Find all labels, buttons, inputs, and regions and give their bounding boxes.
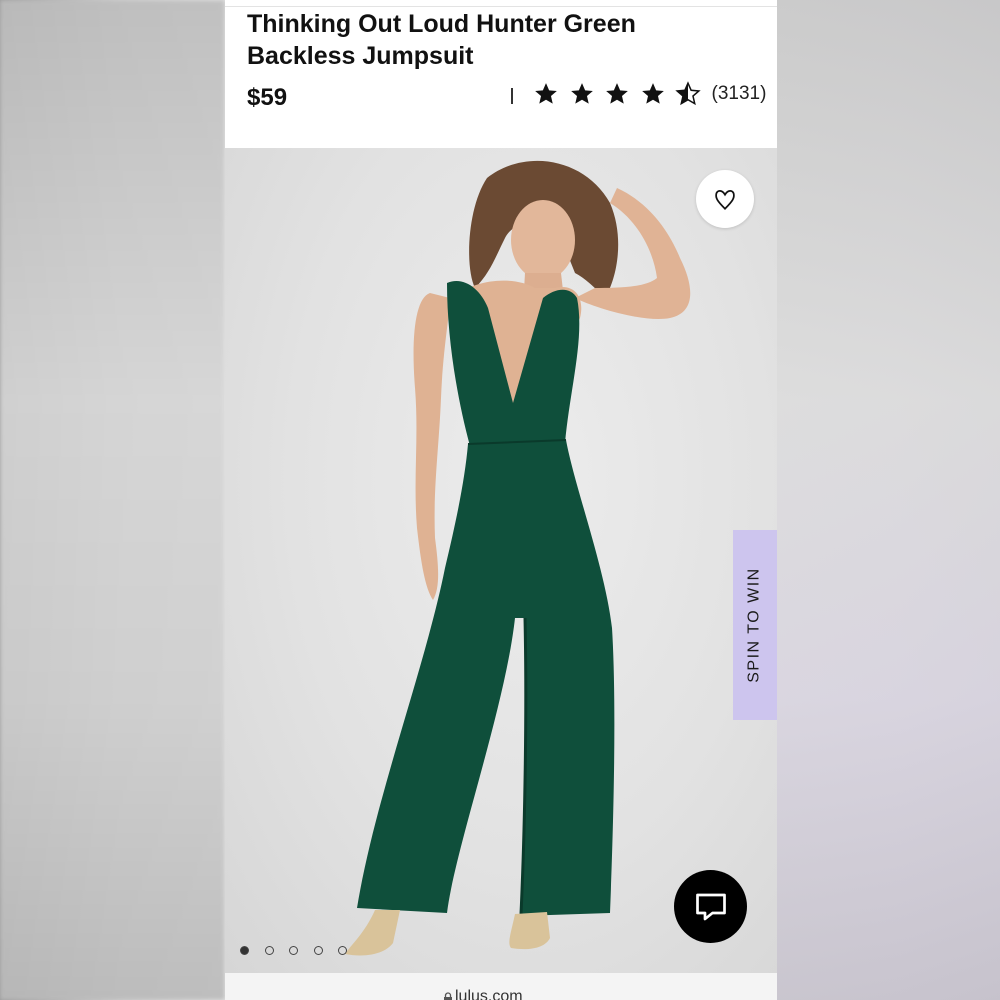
product-title: Thinking Out Loud Hunter Green Backless … — [247, 10, 636, 70]
carousel-dot[interactable] — [313, 946, 323, 955]
carousel-dot[interactable] — [289, 946, 298, 955]
rating-stars[interactable]: (3131) — [533, 81, 766, 107]
product-image[interactable]: SPIN TO WIN — [225, 148, 777, 973]
star-full-icon — [570, 83, 593, 104]
carousel-dot[interactable] — [240, 946, 249, 955]
heart-icon — [715, 190, 735, 210]
spin-to-win-label: SPIN TO WIN — [746, 567, 764, 683]
header-divider — [225, 6, 777, 7]
product-price: $59 — [247, 84, 288, 111]
lock-icon — [444, 992, 452, 1000]
spin-to-win-button[interactable]: SPIN TO WIN — [733, 530, 777, 720]
blurred-background-right — [777, 0, 1000, 1000]
blurred-background-left — [0, 0, 225, 1000]
star-full-icon — [606, 83, 628, 104]
rating-divider — [511, 88, 513, 104]
carousel-dot[interactable] — [338, 946, 347, 955]
mobile-screen: Thinking Out Loud Hunter Green Backless … — [225, 0, 777, 1000]
carousel-dot[interactable] — [264, 946, 274, 955]
review-count[interactable]: (3131) — [712, 83, 767, 105]
chat-button[interactable] — [674, 870, 747, 943]
star-full-icon — [535, 83, 557, 104]
star-full-icon — [641, 83, 664, 104]
chat-icon — [695, 893, 726, 920]
browser-url-bar[interactable]: lulus.com — [225, 973, 777, 1000]
url-text: lulus.com — [455, 988, 523, 1000]
carousel-dots — [240, 946, 363, 955]
star-half-icon — [675, 81, 701, 106]
favorite-button[interactable] — [696, 170, 754, 228]
model-illustration — [345, 160, 691, 956]
